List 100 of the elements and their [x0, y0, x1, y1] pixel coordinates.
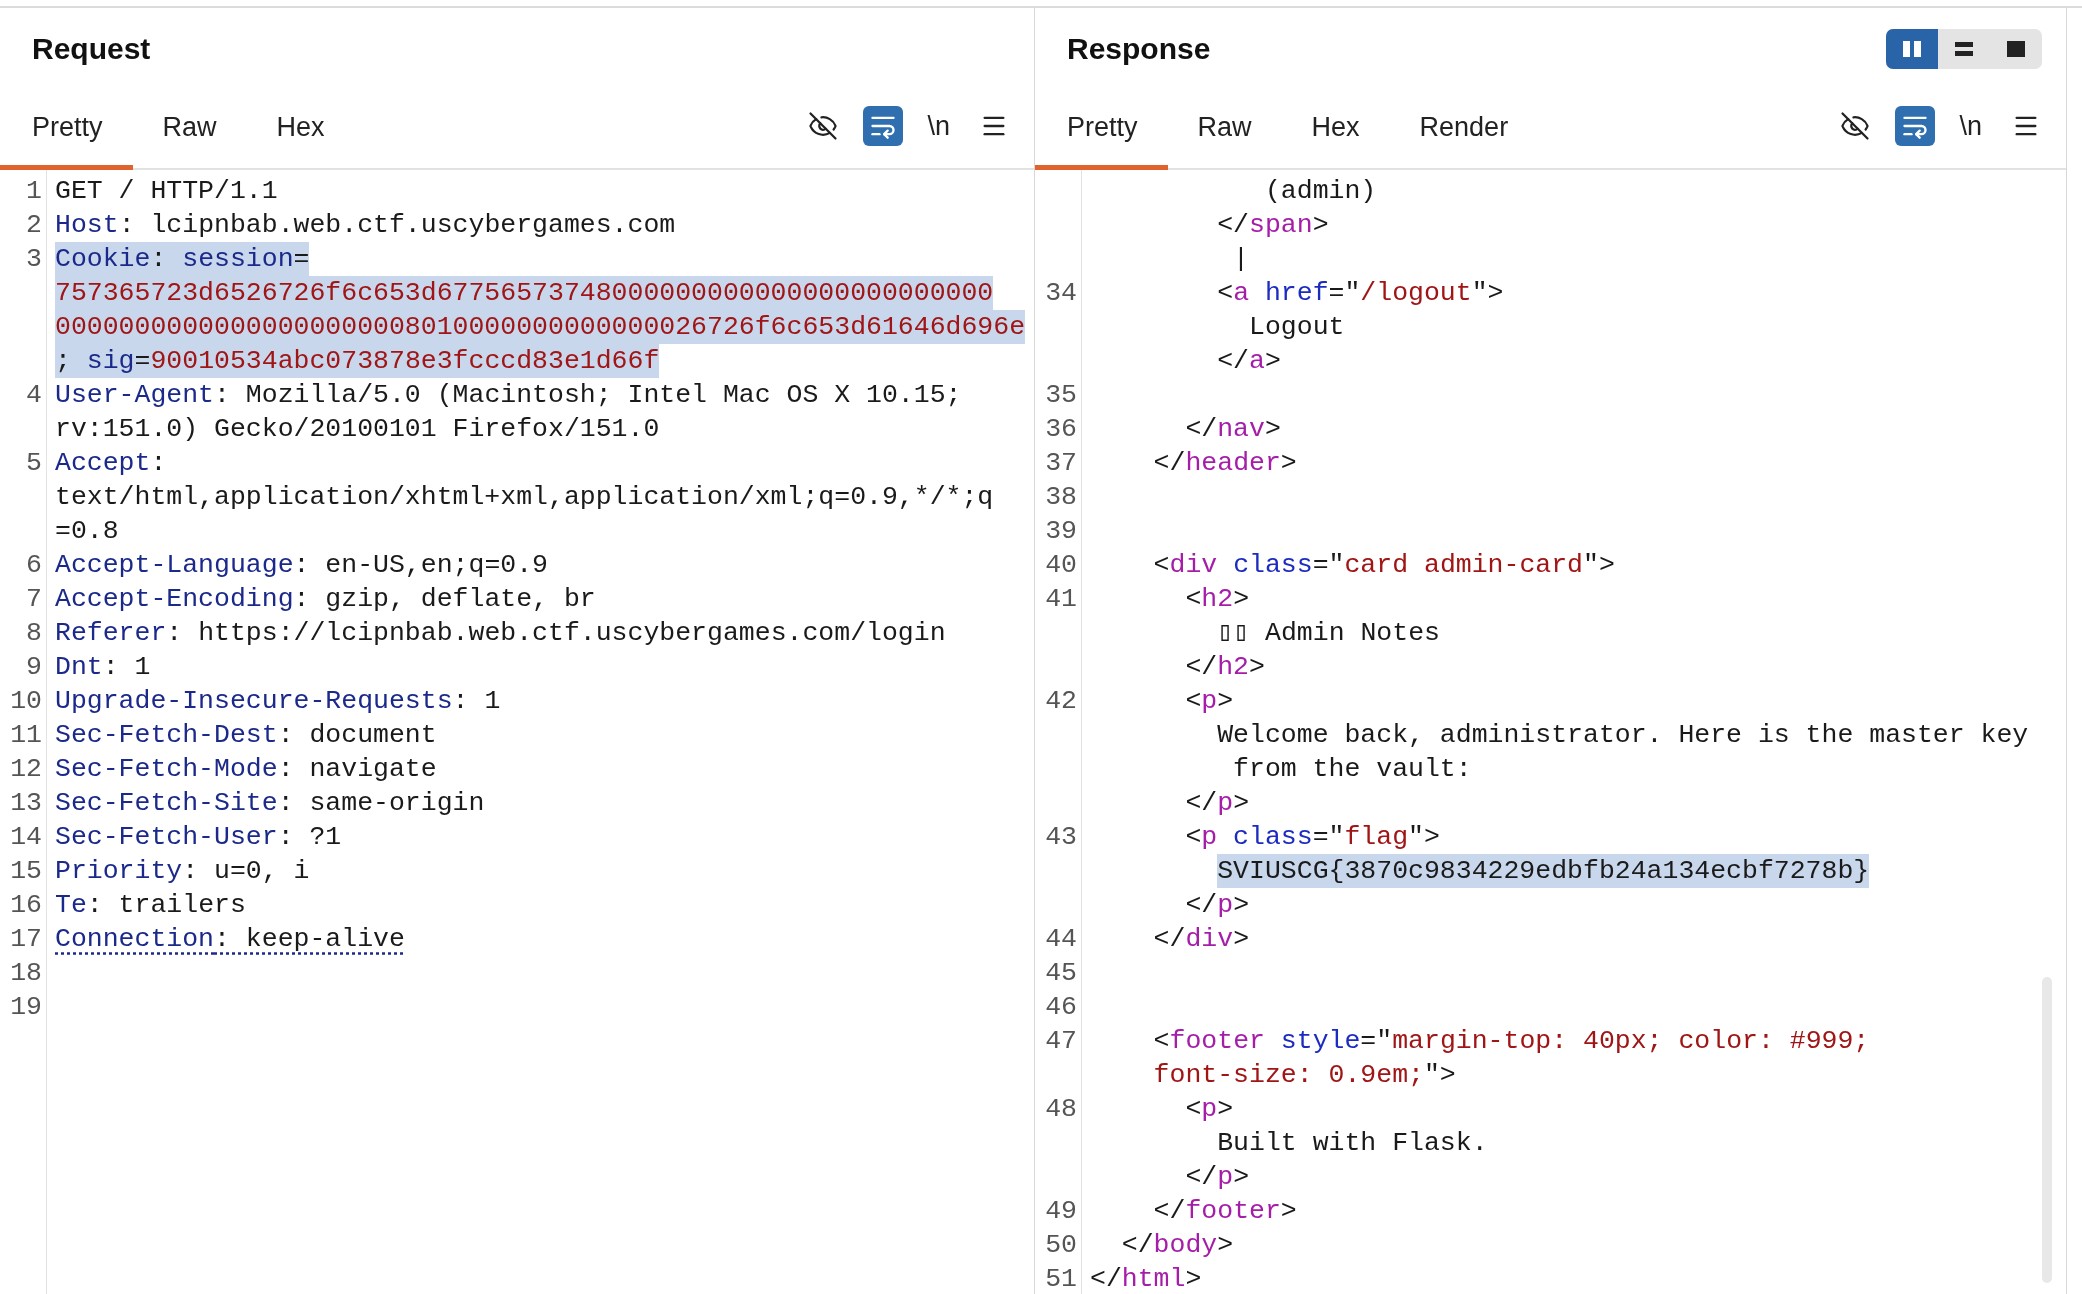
line-number: 12 — [10, 753, 42, 786]
tab[interactable]: Raw — [132, 84, 247, 170]
code-line: <h2> — [1185, 583, 1250, 616]
tab[interactable]: Raw — [1167, 84, 1282, 170]
tab[interactable]: Hex — [1281, 84, 1390, 170]
code-line: Connection: keep-alive — [55, 923, 405, 956]
line-number: 44 — [1045, 923, 1077, 956]
code-line: Host: lcipnbab.web.ctf.uscybergames.com — [55, 209, 676, 242]
panel-title: Request — [32, 32, 151, 66]
line-number: 37 — [1045, 447, 1077, 480]
code-line: </footer> — [1153, 1195, 1297, 1228]
line-number: 36 — [1045, 413, 1077, 446]
line-number: 35 — [1045, 379, 1077, 412]
line-number: 34 — [1045, 277, 1077, 310]
eye-off-icon — [1840, 111, 1871, 141]
line-number: 51 — [1045, 1263, 1077, 1294]
rows-icon — [1953, 39, 1975, 59]
line-number: 15 — [10, 855, 42, 888]
square-icon — [2005, 39, 2027, 59]
code-line: =0.8 — [55, 515, 119, 548]
line-number: 50 — [1045, 1229, 1077, 1262]
tab[interactable]: Hex — [246, 84, 355, 170]
line-number: 40 — [1045, 549, 1077, 582]
code-line: <div class="card admin-card"> — [1153, 549, 1615, 582]
line-number: 49 — [1045, 1195, 1077, 1228]
code-line: </a> — [1217, 345, 1281, 378]
code-line: Sec-Fetch-Site: same-origin — [55, 787, 485, 820]
code-line: ▯▯ Admin Notes — [1217, 617, 1440, 650]
line-number: 13 — [10, 787, 42, 820]
code-line: Built with Flask. — [1217, 1127, 1488, 1160]
line-number: 42 — [1045, 685, 1077, 718]
code-line: Priority: u=0, i — [55, 855, 310, 888]
code-line: </p> — [1185, 787, 1250, 820]
line-number: 47 — [1045, 1025, 1077, 1058]
line-number: 48 — [1045, 1093, 1077, 1126]
wrap-button[interactable] — [1895, 106, 1936, 146]
code-line: font-size: 0.9em;"> — [1153, 1059, 1456, 1092]
code-line: GET / HTTP/1.1 — [55, 175, 278, 208]
line-number: 3 — [26, 243, 42, 276]
line-number: 8 — [26, 617, 42, 650]
line-number: 41 — [1045, 583, 1077, 616]
tab[interactable]: Pretty — [1035, 84, 1168, 170]
code-line: Sec-Fetch-User: ?1 — [55, 821, 342, 854]
tab[interactable]: Pretty — [0, 84, 133, 170]
panel-title: Response — [1067, 32, 1211, 66]
code-line: </h2> — [1185, 651, 1265, 684]
line-number: 45 — [1045, 957, 1077, 990]
code-line: </span> — [1217, 209, 1329, 242]
line-number: 46 — [1045, 991, 1077, 1024]
line-number: 18 — [10, 957, 42, 990]
line-number: 6 — [26, 549, 42, 582]
line-number: 17 — [10, 923, 42, 956]
line-number: 10 — [10, 685, 42, 718]
code-line: Upgrade-Insecure-Requests: 1 — [55, 685, 501, 718]
code-line: </header> — [1153, 447, 1297, 480]
code-line: User-Agent: Mozilla/5.0 (Macintosh; Intel Mac OS X 10.15; — [55, 379, 962, 412]
line-number: 14 — [10, 821, 42, 854]
line-number: 43 — [1045, 821, 1077, 854]
code-line: </nav> — [1185, 413, 1281, 446]
wrap-button[interactable] — [863, 106, 904, 146]
code-line: </div> — [1153, 923, 1250, 956]
code-line: </html> — [1090, 1263, 1202, 1294]
code-line: <footer style="margin-top: 40px; color: #999; — [1153, 1025, 1870, 1058]
code-line: rv:151.0) Gecko/20100101 Firefox/151.0 — [55, 413, 660, 446]
line-number: 7 — [26, 583, 42, 616]
code-line: <p> — [1185, 685, 1234, 718]
code-line: Accept-Language: en-US,en;q=0.9 — [55, 549, 548, 582]
columns-icon — [1901, 39, 1923, 59]
line-number: 38 — [1045, 481, 1077, 514]
newline-button[interactable]: \n — [1955, 110, 1986, 142]
code-line: Sec-Fetch-Dest: document — [55, 719, 437, 752]
line-number: 2 — [26, 209, 42, 242]
code-line: (admin) — [1264, 175, 1377, 208]
tab[interactable]: Render — [1389, 84, 1539, 170]
code-line: Dnt: 1 — [55, 651, 151, 684]
code-line: Te: trailers — [55, 889, 246, 922]
line-number: 11 — [10, 719, 42, 752]
code-line: | — [1233, 243, 1249, 276]
code-line: Referer: https://lcipnbab.web.ctf.uscybergames.com/login — [55, 617, 946, 650]
line-number: 19 — [10, 991, 42, 1024]
code-line: Welcome back, administrator. Here is the master key — [1217, 719, 2029, 752]
line-number: 16 — [10, 889, 42, 922]
code-line: Accept-Encoding: gzip, deflate, br — [55, 583, 596, 616]
code-line: <p> — [1185, 1093, 1234, 1126]
code-line: </p> — [1185, 889, 1250, 922]
code-line: </p> — [1185, 1161, 1250, 1194]
code-line: <a href="/logout"> — [1217, 277, 1504, 310]
line-number: 4 — [26, 379, 42, 412]
code-line: Logout — [1249, 311, 1345, 344]
code-line: from the vault: — [1233, 753, 1472, 786]
layout-button[interactable] — [1886, 29, 1938, 69]
code-line: text/html,application/xhtml+xml,application/xml;q=0.9,*/*;q — [55, 481, 994, 514]
line-number: 39 — [1045, 515, 1077, 548]
newline-button[interactable]: \n — [923, 110, 954, 142]
line-number: 5 — [26, 447, 42, 480]
code-line: Sec-Fetch-Mode: navigate — [55, 753, 437, 786]
line-number: 9 — [26, 651, 42, 684]
code-line: Accept: — [55, 447, 167, 480]
code-line: <p class="flag"> — [1185, 821, 1440, 854]
line-number: 1 — [26, 175, 42, 208]
